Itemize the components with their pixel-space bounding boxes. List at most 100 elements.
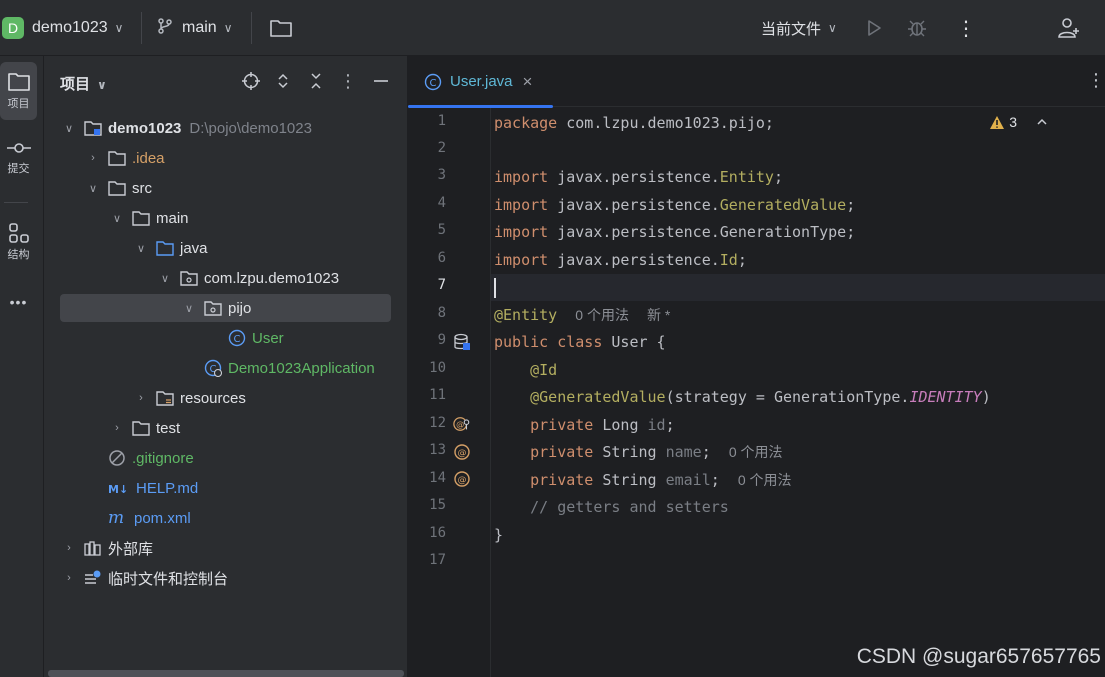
line-number-gutter: 1 2 3 4 5 6 7 8 9 10 11 12 13 14 15 16 1… [408,108,491,677]
warning-count: 3 [1009,114,1017,130]
line-number: 12 [429,415,446,431]
usage-hint[interactable]: 0 个用法 [575,307,629,323]
panel-header: 项目 ∨ ⋮ [44,56,408,108]
run-config-selector[interactable]: 当前文件 ∨ [761,0,837,56]
expand-all-icon[interactable] [272,70,294,92]
tree-item-label: Demo1023Application [228,359,375,377]
package-icon [204,299,222,317]
commit-tool-button[interactable]: 提交 [0,140,37,190]
tree-item-main[interactable]: ∨ main [44,203,408,233]
more-options-icon[interactable]: ⋮ [956,0,976,56]
tree-item-label: src [132,179,152,197]
line-number: 13 [429,442,446,458]
line-number: 4 [437,195,446,211]
class-icon: C [228,329,246,347]
editor-tab-bar: C User.java × ⋮ [408,56,1105,108]
code-line: import javax.persistence.Entity; [494,168,783,186]
tree-item-label: User [252,329,284,347]
tree-item-package[interactable]: ∨ com.lzpu.demo1023 [44,263,408,293]
tree-item-idea[interactable]: › .idea [44,143,408,173]
field-key-icon[interactable]: @ [453,415,471,433]
locate-icon[interactable] [240,70,262,92]
run-icon[interactable] [864,0,884,56]
usage-hint[interactable]: 0 个用法 [729,444,783,460]
project-tool-label: 项目 [7,98,30,110]
field-column-icon[interactable]: @ [453,470,471,488]
folder-icon [108,179,126,197]
inspection-widget[interactable]: 3 [989,114,1049,130]
branch-name: main [182,19,217,36]
folder-icon [132,419,150,437]
close-icon[interactable]: × [523,72,533,92]
author-hint[interactable]: 新 * [647,307,670,323]
project-name: demo1023 [32,19,108,36]
code-line: import javax.persistence.Id; [494,251,747,269]
tree-item-demo1023[interactable]: ∨ demo1023 D:\pojo\demo1023 [44,113,408,143]
tree-item-label: .idea [132,149,165,167]
project-tool-button[interactable]: 项目 [0,62,37,120]
collapse-all-icon[interactable] [305,70,327,92]
horizontal-scrollbar[interactable] [48,670,404,677]
folder-icon [108,149,126,167]
svg-text:@: @ [458,476,467,486]
minimize-icon[interactable] [370,70,392,92]
code-editor[interactable]: package com.lzpu.demo1023.pijo; import j… [491,108,1105,677]
more-tools-button[interactable]: ••• [0,294,37,314]
tree-item-test[interactable]: › test [44,413,408,443]
divider [141,12,142,44]
chevron-down-icon: ∨ [112,212,122,225]
folder-icon[interactable] [269,0,293,56]
database-entity-icon[interactable] [453,333,471,351]
chevron-down-icon: ∨ [160,272,170,285]
project-path: D:\pojo\demo1023 [189,119,312,137]
code-line: @GeneratedValue(strategy = GenerationTyp… [530,388,991,406]
chevron-right-icon: › [67,542,71,554]
tree-item-external-libraries[interactable]: › 外部库 [44,533,408,563]
panel-title[interactable]: 项目 ∨ [60,73,107,94]
code-line: import javax.persistence.GenerationType; [494,223,856,241]
tree-item-help[interactable]: M↓ HELP.md [44,473,408,503]
tree-item-resources[interactable]: › resources [44,383,408,413]
tree-item-user[interactable]: C User [44,323,408,353]
tree-item-scratches[interactable]: › 临时文件和控制台 [44,563,408,593]
tree-item-java[interactable]: ∨ java [44,233,408,263]
line-number: 7 [437,277,446,293]
run-config-label: 当前文件 [761,20,822,38]
line-number: 5 [437,222,446,238]
tree-item-label: main [156,209,189,227]
usage-hint[interactable]: 0 个用法 [738,472,792,488]
branch-selector[interactable]: main ∨ [156,0,232,56]
divider [251,12,252,44]
tree-item-application[interactable]: C Demo1023Application [44,353,408,383]
class-icon: C [424,73,442,91]
project-selector[interactable]: D demo1023 ∨ [2,0,123,56]
chevron-up-icon[interactable] [1035,115,1049,129]
tab-label: User.java [450,73,513,90]
tree-item-gitignore[interactable]: .gitignore [44,443,408,473]
add-user-icon[interactable] [1057,0,1081,56]
tree-item-label: demo1023 [108,119,182,137]
tree-item-label: .gitignore [132,449,194,467]
tree-item-pom[interactable]: m pom.xml [44,503,408,533]
svg-text:C: C [430,78,437,89]
options-icon[interactable]: ⋮ [337,70,359,92]
tree-item-pijo[interactable]: ∨ pijo [44,293,408,323]
tab-options-icon[interactable]: ⋮ [1087,70,1105,91]
line-number: 8 [437,305,446,321]
svg-text:m: m [108,509,124,527]
chevron-down-icon: ∨ [64,122,74,135]
ignore-file-icon [108,449,126,467]
source-folder-icon [156,239,174,257]
package-icon [180,269,198,287]
tree-item-src[interactable]: ∨ src [44,173,408,203]
spring-class-icon: C [204,359,222,377]
debug-icon[interactable] [906,0,928,56]
svg-text:M↓: M↓ [108,483,128,495]
structure-tool-button[interactable]: 结构 [0,222,37,272]
field-column-icon[interactable]: @ [453,443,471,461]
tab-user-java[interactable]: C User.java × [408,56,553,108]
chevron-down-icon: ∨ [223,21,233,35]
line-number: 3 [437,167,446,183]
folder-icon [7,73,30,91]
chevron-down-icon: ∨ [97,78,107,92]
